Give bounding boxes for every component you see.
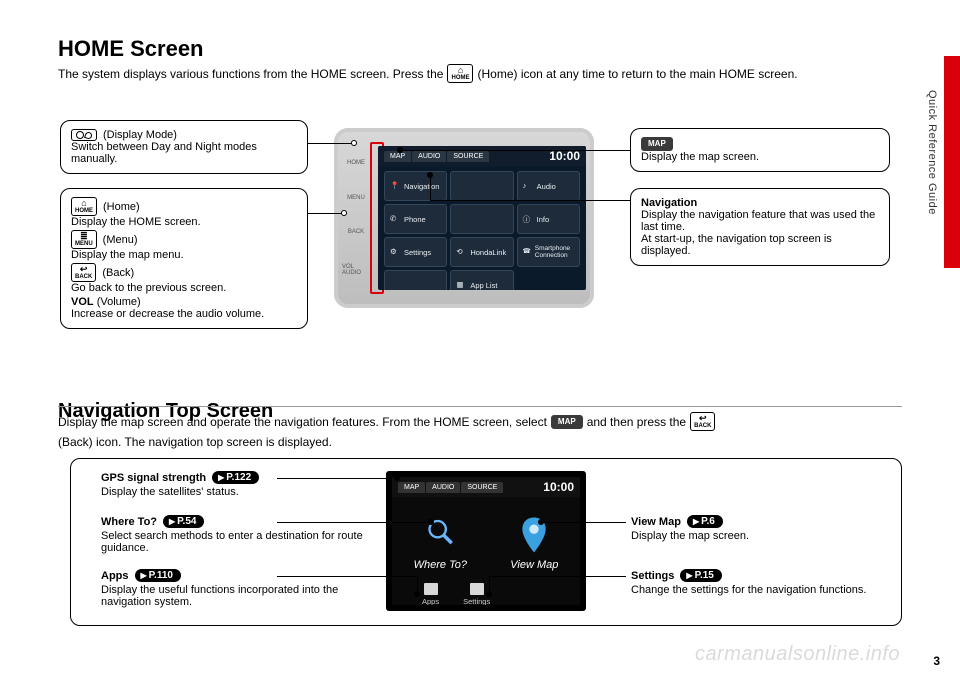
display-mode-icon [71,129,97,141]
page: HOME Screen The system displays various … [0,0,960,678]
leader [430,200,593,201]
section2-box: GPS signal strengthP.122 Display the sat… [70,458,902,626]
leader [593,150,630,151]
leader [400,150,593,151]
callout-left-buttons: ⌂HOME (Home) Display the HOME screen. ≣M… [60,188,308,329]
section1-intro: The system displays various functions fr… [58,64,902,83]
leader-dot [351,140,357,146]
screen-clock: 10:00 [549,149,580,163]
tile-blank3 [384,270,447,290]
tile-audio: ♪Audio [517,171,580,201]
tile-settings: ⚙Settings [384,237,447,267]
leader [593,200,630,201]
home-icon: ⌂ HOME [447,64,473,83]
page-ref[interactable]: P.15 [680,569,721,582]
back-btn-icon: ↩BACK [71,263,96,282]
tile-info: ⓘInfo [517,204,580,234]
leader [430,175,431,200]
tile-smartphone: ☎Smartphone Connection [517,237,580,267]
callout-navigation: Navigation Display the navigation featur… [630,188,890,266]
page-ref[interactable]: P.122 [212,471,259,484]
view-map-button: View Map [510,517,558,571]
tile-hondalink: ⟲HondaLink [450,237,513,267]
page-ref[interactable]: P.110 [135,569,181,582]
rule [58,406,902,407]
leader [308,143,352,144]
intro-text-a: The system displays various functions fr… [58,67,443,81]
watermark: carmanualsonline.info [695,643,900,666]
leader-dot [341,210,347,216]
map-tab-icon: MAP [551,415,583,429]
apps-small: Apps [422,583,439,605]
page-ref[interactable]: P.6 [687,515,723,528]
tile-applist: ▦App List [450,270,513,290]
item-apps: AppsP.110 Display the useful functions i… [101,569,381,608]
device-button-strip: HOME MENU BACK VOL AUDIO [342,146,370,290]
home-btn-icon: ⌂HOME [71,197,97,216]
tile-blank [450,171,513,201]
item-where: Where To?P.54 Select search methods to e… [101,515,371,554]
map-tab-icon: MAP [641,137,673,151]
screen-tab-audio: AUDIO [412,151,446,162]
menu-btn-icon: ≣MENU [71,230,97,249]
device-screen: MAP AUDIO SOURCE 10:00 📍Navigation ♪Audi… [378,146,586,290]
tile-blank2 [450,204,513,234]
callout-display-mode: (Display Mode) Switch between Day and Ni… [60,120,308,174]
section1-title: HOME Screen [58,36,902,62]
tile-navigation: 📍Navigation [384,171,447,201]
section2-intro: Display the map screen and operate the n… [58,412,902,449]
back-btn-icon: ↩BACK [690,412,715,431]
leader-dot [427,172,433,178]
page-ref[interactable]: P.54 [163,515,204,528]
item-settings: SettingsP.15 Change the settings for the… [631,569,871,596]
screen-tab-source: SOURCE [447,151,489,162]
item-gps: GPS signal strengthP.122 Display the sat… [101,471,371,498]
item-view-map: View MapP.6 Display the map screen. [631,515,851,542]
tile-phone: ✆Phone [384,204,447,234]
device-nav: MAP AUDIO SOURCE 10:00 Where To? View Ma… [386,471,586,611]
page-number: 3 [933,654,940,668]
callout-map: MAP Display the map screen. [630,128,890,172]
leader [308,213,342,214]
where-to-button: Where To? [414,517,467,571]
intro-text-b: (Home) icon at any time to return to the… [477,67,797,81]
device-home: HOME MENU BACK VOL AUDIO MAP AUDIO SOURC… [334,128,594,308]
